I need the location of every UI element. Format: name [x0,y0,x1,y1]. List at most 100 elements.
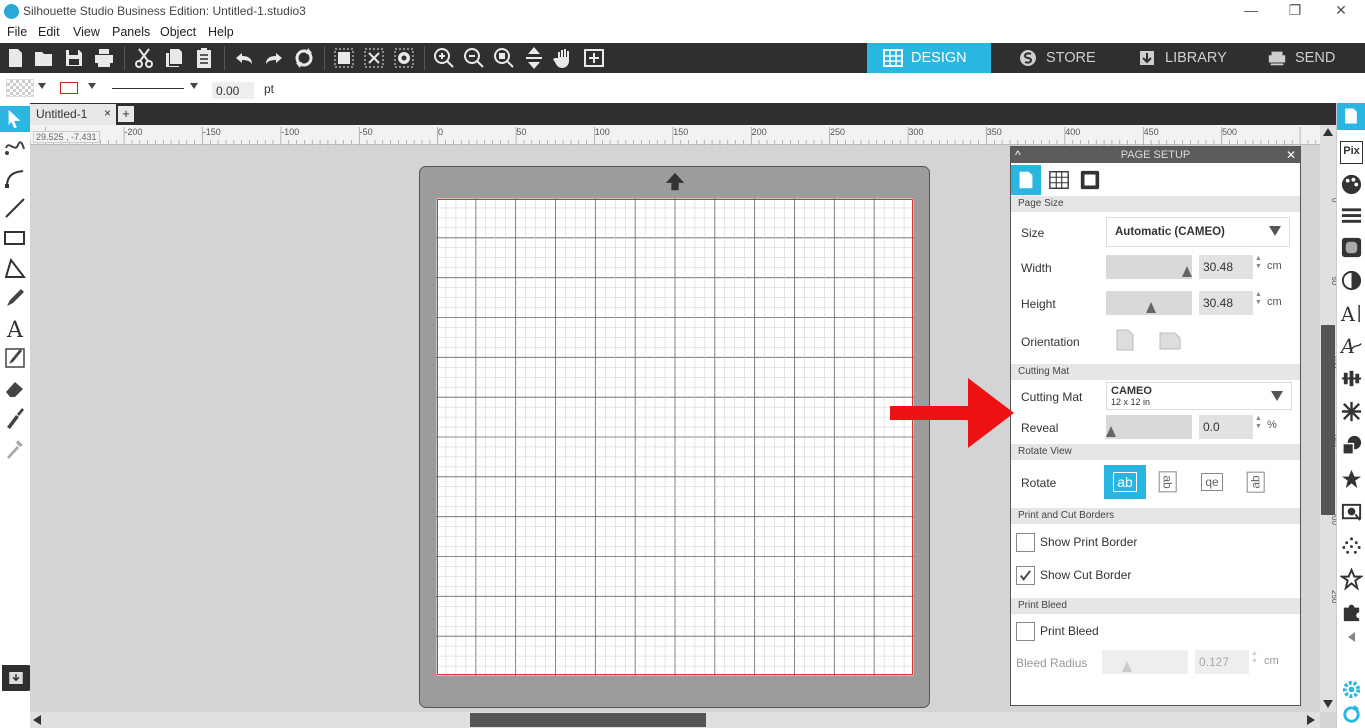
refresh-icon[interactable] [292,46,316,70]
text-to-path-icon[interactable]: A [1340,334,1363,357]
save-icon[interactable] [62,46,86,70]
scroll-right-icon[interactable] [1307,715,1315,725]
show-cut-border-row[interactable]: Show Cut Border [1011,557,1300,590]
tab-library[interactable]: LIBRARY [1121,43,1251,73]
line-width-input[interactable]: 0.00 [212,82,254,99]
close-window-button[interactable]: ✕ [1326,2,1356,19]
show-cut-border-checkbox[interactable] [1016,566,1035,585]
pencil-tool-icon[interactable] [3,286,27,310]
select-tool[interactable] [0,106,30,132]
sync-icon[interactable] [1340,703,1363,726]
line-color-caret-icon[interactable] [88,83,96,89]
print-icon[interactable] [92,46,116,70]
tab-send[interactable]: SEND [1251,43,1365,73]
panel-tab-grid[interactable] [1044,165,1074,195]
print-bleed-row[interactable]: Print Bleed [1011,614,1300,648]
pan-hand-icon[interactable] [552,46,576,70]
width-spinner-icon[interactable]: ▲ ▼ [1255,255,1262,271]
close-tab-icon[interactable]: × [104,106,111,120]
cut-icon[interactable] [132,46,156,70]
zoom-in-icon[interactable] [432,46,456,70]
ungroup-icon[interactable] [362,46,386,70]
reveal-input[interactable]: 0.0 [1199,415,1253,439]
scroll-down-icon[interactable] [1323,700,1333,708]
height-slider[interactable] [1106,291,1192,315]
settings-gear-icon[interactable] [1340,678,1363,701]
pixscan-button[interactable]: Pix [1340,141,1363,164]
tab-store[interactable]: STORE [1002,43,1122,73]
restore-button[interactable]: ❐ [1280,2,1310,19]
knife-tool-icon[interactable] [3,406,27,430]
align-icon[interactable] [1340,367,1363,390]
horizontal-scrollbar[interactable] [30,712,1320,728]
vertical-scrollbar[interactable]: 050100150200250 [1320,125,1336,712]
print-bleed-checkbox[interactable] [1016,622,1035,641]
compound-icon[interactable] [392,46,416,70]
cutting-mat-grid[interactable] [436,198,914,676]
polygon-tool-icon[interactable] [3,256,27,280]
open-icon[interactable] [32,46,56,70]
line-style-caret-icon[interactable] [190,83,198,89]
eyedropper-tool-icon[interactable] [3,436,27,460]
eraser-tool-icon[interactable] [3,376,27,400]
fill-pattern-swatch[interactable] [6,79,34,97]
replicate-icon[interactable] [1340,400,1363,423]
fit-page-icon[interactable] [522,46,546,70]
minimize-button[interactable]: — [1236,2,1266,18]
line-style-icon[interactable] [1340,204,1363,227]
width-slider[interactable] [1106,255,1192,279]
shadow-icon[interactable] [1340,269,1363,292]
height-slider-thumb[interactable] [1146,302,1156,313]
page-setup-panel-button[interactable] [1337,103,1365,130]
line-style-preview[interactable] [112,88,184,89]
portrait-orientation-icon[interactable] [1116,329,1134,351]
text-tool-icon[interactable]: A [3,316,27,340]
menu-help[interactable]: Help [208,25,234,39]
menu-file[interactable]: File [7,25,27,39]
fill-dropdown-caret-icon[interactable] [38,83,46,89]
trace-icon[interactable] [1340,501,1363,524]
rhinestone-icon[interactable] [1340,535,1363,558]
undo-icon[interactable] [232,46,256,70]
add-tab-button[interactable]: + [118,106,134,122]
scroll-left-icon[interactable] [33,715,41,725]
width-input[interactable]: 30.48 [1199,255,1253,279]
line-tool-icon[interactable] [3,196,27,220]
zoom-select-icon[interactable] [492,46,516,70]
panel-tab-page[interactable] [1011,165,1041,195]
offset-star-icon[interactable] [1340,468,1363,491]
landscape-orientation-icon[interactable] [1159,332,1181,350]
rotate-180-button[interactable]: qe [1191,465,1233,499]
modify-icon[interactable] [1340,434,1363,457]
reveal-slider[interactable] [1106,415,1192,439]
star-outline-icon[interactable] [1340,568,1363,591]
rotate-0-button[interactable]: ab [1104,465,1146,499]
size-dropdown[interactable]: Automatic (CAMEO) [1106,217,1290,247]
curve-tool-icon[interactable] [3,166,27,190]
height-input[interactable]: 30.48 [1199,291,1253,315]
sketch-tool-icon[interactable] [3,346,27,370]
paste-icon[interactable] [192,46,216,70]
zoom-out-icon[interactable] [462,46,486,70]
height-spinner-icon[interactable]: ▲ ▼ [1255,291,1262,307]
fill-pattern-icon[interactable] [1340,236,1363,259]
collapse-panel-icon[interactable] [1348,632,1355,642]
width-slider-thumb[interactable] [1182,266,1192,277]
show-print-border-row[interactable]: Show Print Border [1011,524,1300,557]
redo-icon[interactable] [262,46,286,70]
copy-icon[interactable] [162,46,186,70]
panel-close-icon[interactable]: ✕ [1286,147,1296,163]
new-icon[interactable] [3,46,27,70]
panel-collapse-icon[interactable]: ^ [1015,147,1021,163]
rectangle-tool-icon[interactable] [3,226,27,250]
menu-object[interactable]: Object [160,25,196,39]
document-tab[interactable]: Untitled-1 × [30,104,116,125]
palette-icon[interactable] [1340,173,1363,196]
horizontal-scroll-thumb[interactable] [470,713,706,727]
menu-panels[interactable]: Panels [112,25,150,39]
line-color-swatch[interactable] [60,82,78,94]
menu-view[interactable]: View [73,25,100,39]
reveal-spinner-icon[interactable]: ▲ ▼ [1255,415,1262,431]
tab-design[interactable]: DESIGN [867,43,991,73]
rotate-90-button[interactable]: ab [1147,465,1189,499]
